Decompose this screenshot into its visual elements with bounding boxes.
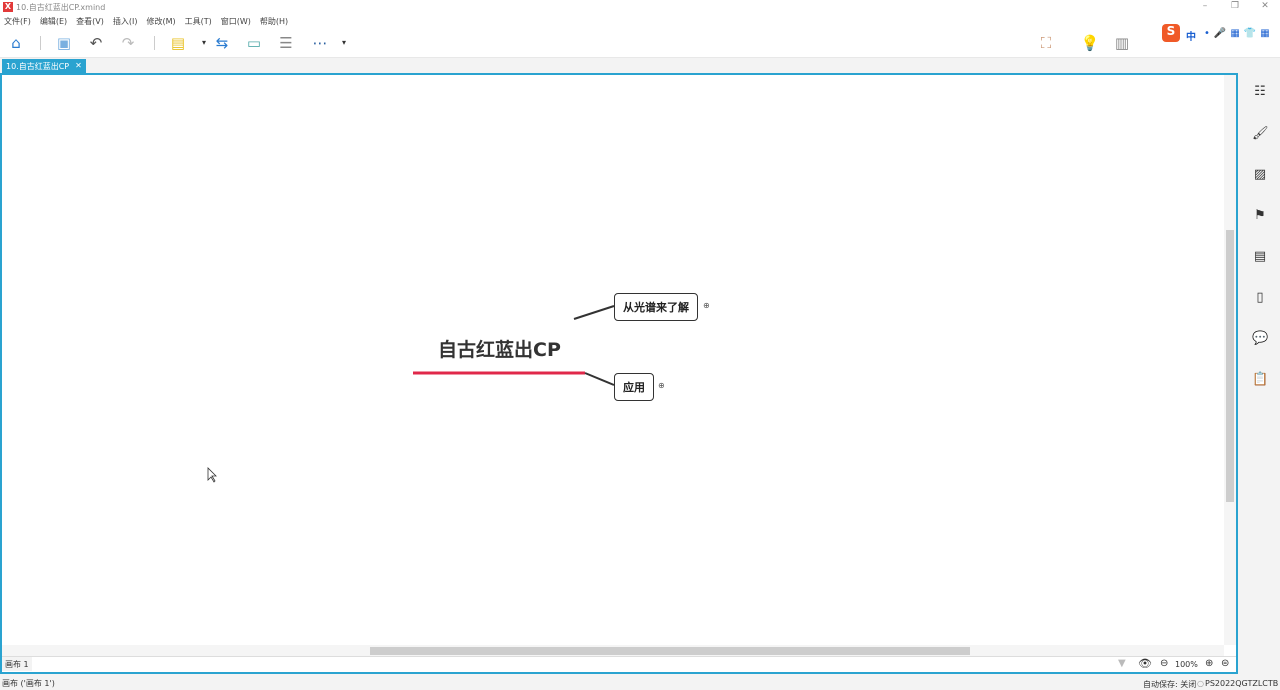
flag-icon[interactable]: ⚑ — [1252, 208, 1268, 224]
user-name[interactable]: PS2022QGTZLCTB — [1205, 679, 1278, 688]
fit-icon[interactable]: ⊜ — [1221, 658, 1229, 669]
zoom-out-icon[interactable]: ⊖ — [1160, 658, 1168, 669]
outline-icon[interactable]: ☷ — [1252, 84, 1268, 100]
filter-icon[interactable]: ▼ — [1118, 658, 1126, 669]
branch-line — [573, 305, 615, 320]
horizontal-scroll-thumb[interactable] — [370, 647, 970, 655]
vertical-scroll-thumb[interactable] — [1226, 230, 1234, 502]
user-dot-icon: ○ — [1197, 679, 1204, 688]
connectors — [207, 305, 615, 483]
expand-icon[interactable]: ⊕ — [703, 301, 710, 310]
branch-line — [584, 372, 615, 386]
zoom-level[interactable]: 100% — [1175, 660, 1198, 669]
zoom-in-icon[interactable]: ⊕ — [1205, 658, 1213, 669]
notes-icon[interactable]: ▯ — [1252, 290, 1268, 306]
central-topic[interactable]: 自古红蓝出CP — [438, 335, 561, 362]
mouse-cursor-icon — [207, 467, 217, 483]
format-brush-icon[interactable]: 🖌 — [1252, 126, 1269, 142]
expand-icon[interactable]: ⊕ — [658, 381, 665, 390]
sheet-bar — [2, 656, 1236, 672]
style-icon[interactable]: ▤ — [1252, 249, 1268, 265]
topic-application[interactable]: 应用 — [614, 373, 654, 401]
autosave-status[interactable]: 自动保存: 关闭 — [1143, 679, 1196, 690]
topic-spectrum[interactable]: 从光谱来了解 — [614, 293, 698, 321]
status-sheet: 画布 ('画布 1') — [2, 679, 55, 688]
sheet-tab[interactable]: 画布 1 — [2, 657, 32, 671]
image-icon[interactable]: ▨ — [1252, 167, 1268, 183]
task-icon[interactable]: 📋 — [1252, 372, 1268, 388]
eye-icon[interactable]: 👁 — [1138, 657, 1152, 670]
status-bar — [0, 676, 1280, 690]
comment-icon[interactable]: 💬 — [1252, 331, 1268, 347]
